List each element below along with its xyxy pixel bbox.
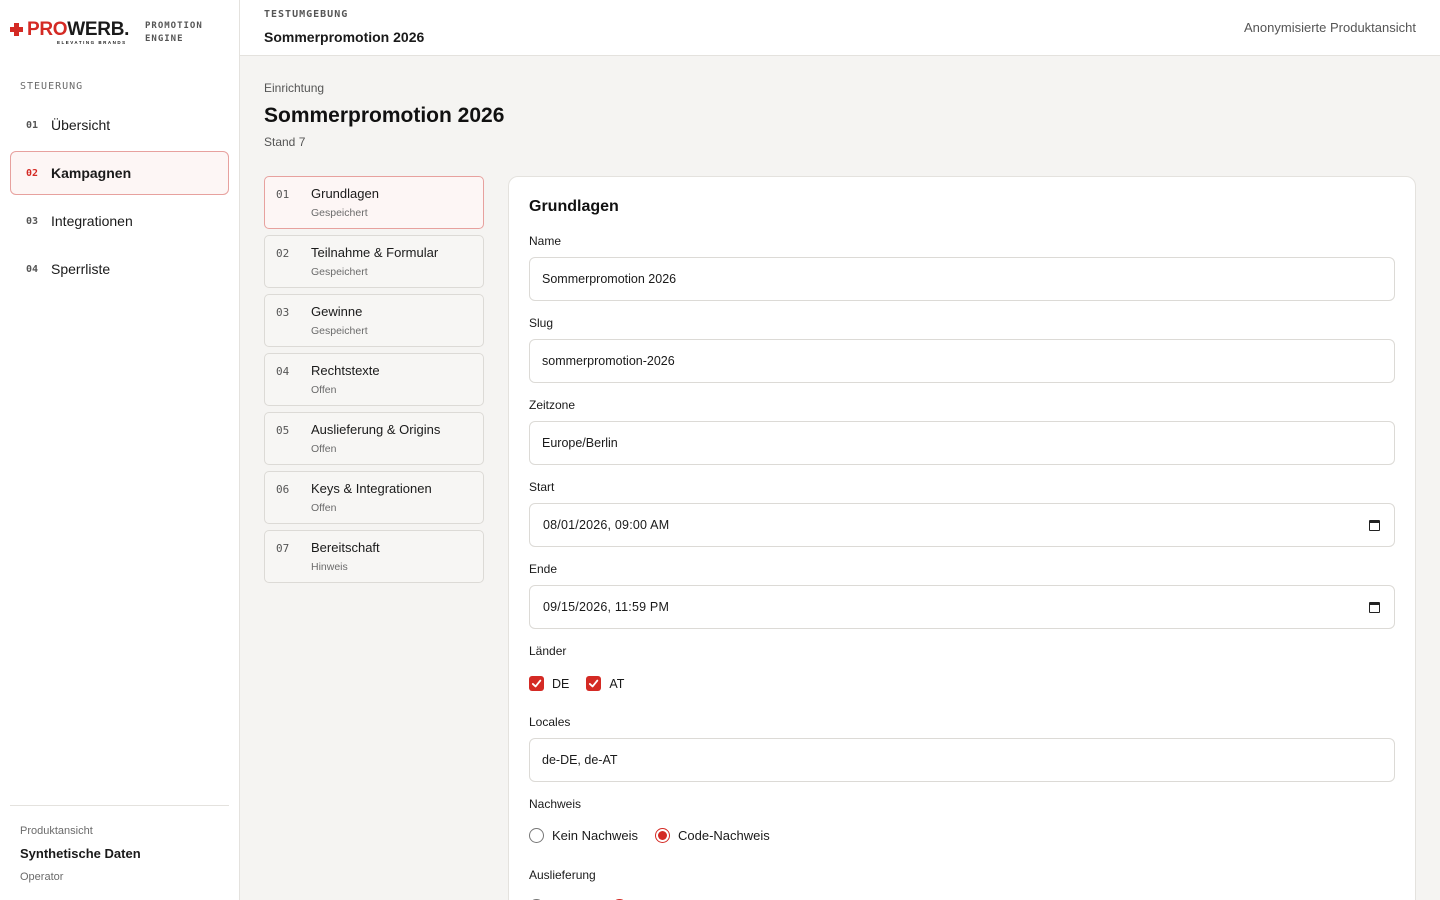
product-view-name: Synthetische Daten bbox=[20, 846, 141, 861]
sidebar-item-uebersicht[interactable]: 01 Übersicht bbox=[10, 103, 229, 147]
start-label: Start bbox=[529, 480, 555, 494]
step-rechtstexte[interactable]: 04 Rechtstexte Offen bbox=[264, 353, 484, 406]
locales-input[interactable]: de-DE, de-AT bbox=[529, 738, 1395, 782]
check-icon bbox=[531, 679, 542, 688]
nav-item-label: Übersicht bbox=[51, 117, 111, 133]
step-title: Auslieferung & Origins bbox=[311, 422, 441, 437]
step-title: Keys & Integrationen bbox=[311, 481, 432, 496]
step-status: Offen bbox=[311, 502, 337, 514]
sidebar-item-integrationen[interactable]: 03 Integrationen bbox=[10, 199, 229, 243]
form-card: Grundlagen Name Sommerpromotion 2026 Slu… bbox=[508, 176, 1416, 900]
step-title: Grundlagen bbox=[311, 186, 379, 201]
name-input[interactable]: Sommerpromotion 2026 bbox=[529, 257, 1395, 301]
view-mode-label: Anonymisierte Produktansicht bbox=[1244, 20, 1416, 35]
step-keys-integrationen[interactable]: 06 Keys & Integrationen Offen bbox=[264, 471, 484, 524]
step-status: Hinweis bbox=[311, 561, 348, 573]
step-number: 06 bbox=[276, 483, 290, 496]
country-at-label: AT bbox=[609, 676, 625, 691]
calendar-icon[interactable] bbox=[1369, 602, 1380, 613]
nav-item-number: 03 bbox=[26, 215, 39, 227]
step-number: 02 bbox=[276, 247, 290, 260]
product-name: PROMOTION ENGINE bbox=[145, 21, 203, 44]
nav-item-number: 02 bbox=[26, 167, 39, 179]
country-de-label: DE bbox=[552, 676, 570, 691]
step-title: Gewinne bbox=[311, 304, 363, 319]
proof-radio-group: Kein Nachweis Code-Nachweis bbox=[529, 828, 787, 843]
country-at-checkbox[interactable] bbox=[586, 676, 602, 691]
locales-label: Locales bbox=[529, 715, 571, 729]
timezone-input[interactable]: Europe/Berlin bbox=[529, 421, 1395, 465]
cross-icon bbox=[10, 23, 23, 36]
nav-item-label: Sperrliste bbox=[51, 261, 111, 277]
end-datetime-input[interactable]: 09/15/2026, 11:59 PM bbox=[529, 585, 1395, 629]
nav-item-number: 01 bbox=[26, 119, 39, 131]
step-status: Offen bbox=[311, 443, 337, 455]
timezone-label: Zeitzone bbox=[529, 398, 576, 412]
page-title: Sommerpromotion 2026 bbox=[264, 104, 505, 127]
country-de-checkbox[interactable] bbox=[529, 676, 544, 691]
end-datetime-value: 09/15/2026, 11:59 PM bbox=[543, 600, 670, 614]
proof-none-label[interactable]: Kein Nachweis bbox=[552, 828, 638, 843]
step-auslieferung-origins[interactable]: 05 Auslieferung & Origins Offen bbox=[264, 412, 484, 465]
step-bereitschaft[interactable]: 07 Bereitschaft Hinweis bbox=[264, 530, 484, 583]
topbar-title: Sommerpromotion 2026 bbox=[264, 29, 425, 45]
sidebar-divider bbox=[10, 805, 229, 806]
step-status: Gespeichert bbox=[311, 207, 368, 219]
brand-logo[interactable]: PROWERB. ELEVATING BRANDS PROMOTION ENGIN… bbox=[10, 18, 230, 48]
start-datetime-input[interactable]: 08/01/2026, 09:00 AM bbox=[529, 503, 1395, 547]
step-number: 04 bbox=[276, 365, 290, 378]
check-icon bbox=[589, 679, 599, 688]
step-status: Gespeichert bbox=[311, 325, 368, 337]
nav-item-label: Kampagnen bbox=[51, 165, 132, 181]
environment-label: TESTUMGEBUNG bbox=[264, 9, 349, 20]
countries-label: Länder bbox=[529, 644, 567, 658]
start-datetime-value: 08/01/2026, 09:00 AM bbox=[543, 518, 670, 532]
step-title: Bereitschaft bbox=[311, 540, 380, 555]
step-number: 03 bbox=[276, 306, 290, 319]
top-bar: TESTUMGEBUNG Sommerpromotion 2026 Anonym… bbox=[240, 0, 1440, 56]
delivery-label: Auslieferung bbox=[529, 868, 596, 882]
end-label: Ende bbox=[529, 562, 558, 576]
proof-code-label[interactable]: Code-Nachweis bbox=[678, 828, 770, 843]
proof-code-radio[interactable] bbox=[655, 828, 670, 843]
sidebar-item-kampagnen[interactable]: 02 Kampagnen bbox=[10, 151, 229, 195]
calendar-icon[interactable] bbox=[1369, 520, 1380, 531]
slug-input[interactable]: sommerpromotion-2026 bbox=[529, 339, 1395, 383]
proof-label: Nachweis bbox=[529, 797, 582, 811]
brand-tagline: ELEVATING BRANDS bbox=[57, 40, 127, 45]
sidebar: PROWERB. ELEVATING BRANDS PROMOTION ENGIN… bbox=[0, 0, 240, 900]
step-status: Offen bbox=[311, 384, 337, 396]
name-label: Name bbox=[529, 234, 562, 248]
nav-section-title: STEUERUNG bbox=[20, 81, 84, 92]
page-subtitle: Stand 7 bbox=[264, 135, 306, 149]
step-grundlagen[interactable]: 01 Grundlagen Gespeichert bbox=[264, 176, 484, 229]
form-title: Grundlagen bbox=[529, 198, 619, 215]
step-teilnahme-formular[interactable]: 02 Teilnahme & Formular Gespeichert bbox=[264, 235, 484, 288]
brand-name: PROWERB. bbox=[27, 19, 130, 40]
breadcrumb: Einrichtung bbox=[264, 81, 325, 95]
step-gewinne[interactable]: 03 Gewinne Gespeichert bbox=[264, 294, 484, 347]
nav-item-number: 04 bbox=[26, 263, 39, 275]
step-number: 05 bbox=[276, 424, 290, 437]
countries-group: DE AT bbox=[529, 676, 641, 691]
product-view-label: Produktansicht bbox=[20, 825, 93, 837]
step-number: 01 bbox=[276, 188, 290, 201]
sidebar-item-sperrliste[interactable]: 04 Sperrliste bbox=[10, 247, 229, 291]
slug-label: Slug bbox=[529, 316, 554, 330]
user-role: Operator bbox=[20, 871, 64, 883]
step-status: Gespeichert bbox=[311, 266, 368, 278]
step-title: Rechtstexte bbox=[311, 363, 380, 378]
step-title: Teilnahme & Formular bbox=[311, 245, 439, 260]
step-number: 07 bbox=[276, 542, 290, 555]
nav-item-label: Integrationen bbox=[51, 213, 133, 229]
proof-none-radio[interactable] bbox=[529, 828, 544, 843]
